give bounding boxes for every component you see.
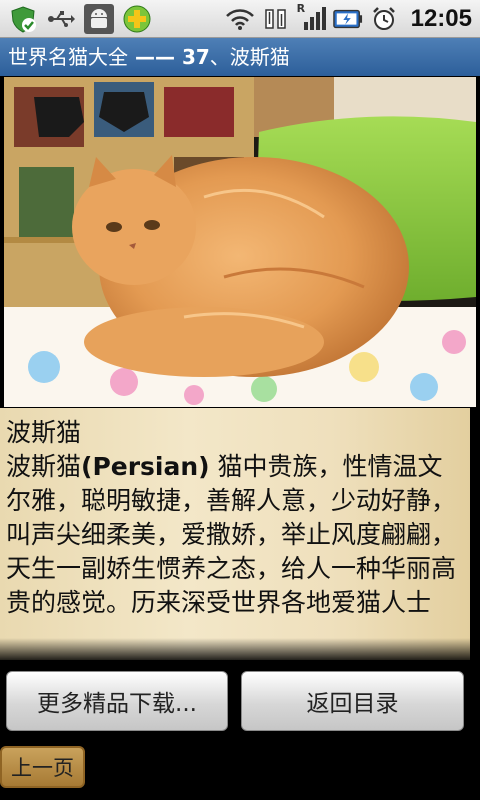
android-debug-icon — [84, 4, 114, 34]
clock: 12:05 — [410, 5, 472, 32]
data-arrows-icon — [261, 4, 291, 34]
plus-app-icon — [122, 4, 152, 34]
more-downloads-button[interactable]: 更多精品下载... — [6, 671, 228, 731]
article-english-name: (Persian) — [81, 452, 210, 481]
article-heading: 波斯猫 — [6, 418, 82, 447]
wifi-icon — [225, 4, 255, 34]
usb-icon — [46, 4, 76, 34]
shield-check-icon — [8, 4, 38, 34]
title-separator: —— — [128, 45, 182, 69]
back-to-catalog-button[interactable]: 返回目录 — [241, 671, 464, 731]
entry-number: 37 — [181, 45, 210, 69]
article-name: 波斯猫 — [6, 452, 82, 481]
article-body: 波斯猫(Persian) 猫中贵族，性情温文尔雅，聪明敏捷，善解人意，少动好静，… — [6, 450, 464, 620]
status-bar: R 12:05 — [0, 0, 480, 38]
page-title: 世界名猫大全 —— 37、波斯猫 — [0, 38, 480, 76]
alarm-icon — [369, 4, 399, 34]
cat-photo — [4, 77, 476, 407]
roaming-indicator: R — [296, 2, 306, 15]
signal-icon: R — [296, 2, 327, 34]
app-name: 世界名猫大全 — [8, 45, 128, 69]
text-fade — [0, 638, 470, 660]
article-text: 波斯猫 波斯猫(Persian) 猫中贵族，性情温文尔雅，聪明敏捷，善解人意，少… — [0, 408, 470, 660]
entry-name: 、波斯猫 — [209, 45, 290, 69]
previous-page-button[interactable]: 上一页 — [0, 746, 85, 788]
battery-charging-icon — [332, 4, 363, 34]
